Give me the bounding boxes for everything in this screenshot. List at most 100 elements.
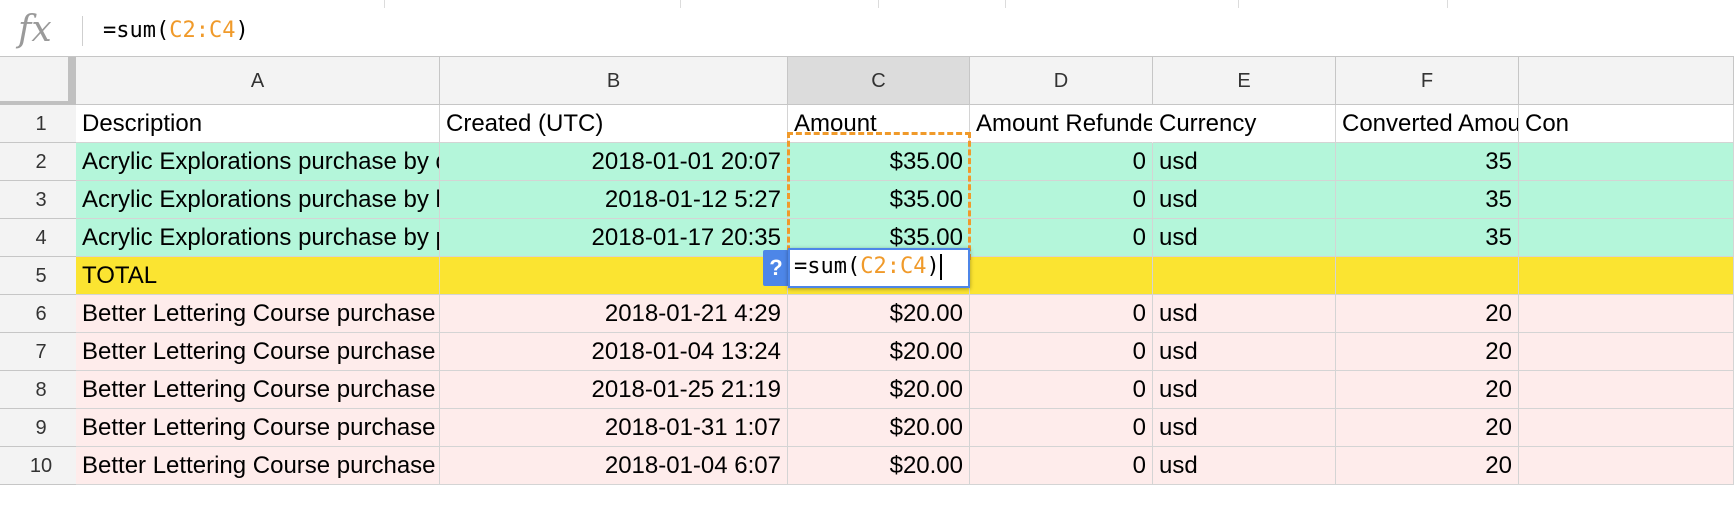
cell-d3[interactable]: 0	[970, 181, 1153, 219]
cell-g7[interactable]	[1519, 333, 1734, 371]
cell-c8[interactable]: $20.00	[788, 371, 970, 409]
formula-bar-separator	[82, 16, 83, 46]
cell-b6[interactable]: 2018-01-21 4:29	[440, 295, 788, 333]
cell-c7[interactable]: $20.00	[788, 333, 970, 371]
cell-f7[interactable]: 20	[1336, 333, 1519, 371]
cell-d9[interactable]: 0	[970, 409, 1153, 447]
cell-e10[interactable]: usd	[1153, 447, 1336, 485]
row-header-4[interactable]: 4	[0, 219, 83, 257]
cell-d4[interactable]: 0	[970, 219, 1153, 257]
cell-b3[interactable]: 2018-01-12 5:27	[440, 181, 788, 219]
cell-d2[interactable]: 0	[970, 143, 1153, 181]
cell-g3[interactable]	[1519, 181, 1734, 219]
select-all-corner[interactable]	[0, 57, 76, 105]
cell-g5[interactable]	[1519, 257, 1734, 295]
cell-b1[interactable]: Created (UTC)	[440, 105, 788, 143]
cell-f6[interactable]: 20	[1336, 295, 1519, 333]
row-header-6[interactable]: 6	[0, 295, 83, 333]
row-header-3[interactable]: 3	[0, 181, 83, 219]
cell-g2[interactable]	[1519, 143, 1734, 181]
formula-prefix: =sum(	[103, 18, 170, 43]
cell-a8[interactable]: Better Lettering Course purchase I	[76, 371, 440, 409]
cell-e5[interactable]	[1153, 257, 1336, 295]
toolbar-remnant	[0, 0, 1734, 8]
row-header-8[interactable]: 8	[0, 371, 83, 409]
cell-f3[interactable]: 35	[1336, 181, 1519, 219]
cell-g1[interactable]: Con	[1519, 105, 1734, 143]
row-header-7[interactable]: 7	[0, 333, 83, 371]
cell-b8[interactable]: 2018-01-25 21:19	[440, 371, 788, 409]
column-header-c[interactable]: C	[788, 57, 970, 105]
cell-e6[interactable]: usd	[1153, 295, 1336, 333]
column-header-b[interactable]: B	[440, 57, 788, 105]
cell-d10[interactable]: 0	[970, 447, 1153, 485]
cell-e2[interactable]: usd	[1153, 143, 1336, 181]
cell-e3[interactable]: usd	[1153, 181, 1336, 219]
row-header-9[interactable]: 9	[0, 409, 83, 447]
fx-icon: fx	[18, 9, 52, 50]
cell-f9[interactable]: 20	[1336, 409, 1519, 447]
cell-e9[interactable]: usd	[1153, 409, 1336, 447]
cell-d6[interactable]: 0	[970, 295, 1153, 333]
row-header-5[interactable]: 5	[0, 257, 83, 295]
formula-range-ref: C2:C4	[169, 18, 236, 43]
cell-e8[interactable]: usd	[1153, 371, 1336, 409]
cell-f8[interactable]: 20	[1336, 371, 1519, 409]
formula-suffix: )	[235, 18, 249, 43]
column-header-f[interactable]: F	[1336, 57, 1519, 105]
cell-f1[interactable]: Converted Amou	[1336, 105, 1519, 143]
column-header-d[interactable]: D	[970, 57, 1153, 105]
cell-f4[interactable]: 35	[1336, 219, 1519, 257]
cell-d5[interactable]	[970, 257, 1153, 295]
cell-c10[interactable]: $20.00	[788, 447, 970, 485]
row-header-2[interactable]: 2	[0, 143, 83, 181]
cell-c9[interactable]: $20.00	[788, 409, 970, 447]
cell-e7[interactable]: usd	[1153, 333, 1336, 371]
cell-c6[interactable]: $20.00	[788, 295, 970, 333]
cell-d7[interactable]: 0	[970, 333, 1153, 371]
spreadsheet-grid: ABCDEF 1 Description Created (UTC) Amount Am…	[0, 57, 1734, 506]
cell-e1[interactable]: Currency	[1153, 105, 1336, 143]
cell-b4[interactable]: 2018-01-17 20:35	[440, 219, 788, 257]
cell-g4[interactable]	[1519, 219, 1734, 257]
cell-a5[interactable]: TOTAL	[76, 257, 440, 295]
cell-b2[interactable]: 2018-01-01 20:07	[440, 143, 788, 181]
cell-b10[interactable]: 2018-01-04 6:07	[440, 447, 788, 485]
cell-g9[interactable]	[1519, 409, 1734, 447]
cell-f2[interactable]: 35	[1336, 143, 1519, 181]
column-header-g[interactable]	[1519, 57, 1734, 105]
text-caret	[939, 254, 942, 280]
cell-f10[interactable]: 20	[1336, 447, 1519, 485]
cell-c2[interactable]: $35.00	[788, 143, 970, 181]
cell-a4[interactable]: Acrylic Explorations purchase by p	[76, 219, 440, 257]
cell-c3[interactable]: $35.00	[788, 181, 970, 219]
cell-a2[interactable]: Acrylic Explorations purchase by d	[76, 143, 440, 181]
cell-b7[interactable]: 2018-01-04 13:24	[440, 333, 788, 371]
column-header-a[interactable]: A	[76, 57, 440, 105]
row-header-1[interactable]: 1	[0, 105, 83, 143]
cell-b5[interactable]	[440, 257, 788, 295]
editor-range-ref: C2:C4	[860, 254, 927, 279]
cell-a10[interactable]: Better Lettering Course purchase I	[76, 447, 440, 485]
cell-a9[interactable]: Better Lettering Course purchase I	[76, 409, 440, 447]
formula-help-button[interactable]: ?	[763, 250, 789, 286]
cell-d8[interactable]: 0	[970, 371, 1153, 409]
cell-g10[interactable]	[1519, 447, 1734, 485]
cell-c1[interactable]: Amount	[788, 105, 970, 143]
cell-a6[interactable]: Better Lettering Course purchase I	[76, 295, 440, 333]
cell-g6[interactable]	[1519, 295, 1734, 333]
cell-a3[interactable]: Acrylic Explorations purchase by k	[76, 181, 440, 219]
cell-g8[interactable]	[1519, 371, 1734, 409]
formula-input[interactable]: =sum(C2:C4)	[103, 14, 249, 48]
row-header-10[interactable]: 10	[0, 447, 83, 485]
cell-a7[interactable]: Better Lettering Course purchase I	[76, 333, 440, 371]
formula-bar: fx =sum(C2:C4)	[0, 0, 1734, 57]
cell-e4[interactable]: usd	[1153, 219, 1336, 257]
cell-a1[interactable]: Description	[76, 105, 440, 143]
cell-b9[interactable]: 2018-01-31 1:07	[440, 409, 788, 447]
cell-d1[interactable]: Amount Refunde	[970, 105, 1153, 143]
cell-f5[interactable]	[1336, 257, 1519, 295]
cell-editor-C5[interactable]: =sum(C2:C4)	[788, 248, 970, 288]
editor-prefix: =sum(	[794, 254, 861, 279]
column-header-e[interactable]: E	[1153, 57, 1336, 105]
